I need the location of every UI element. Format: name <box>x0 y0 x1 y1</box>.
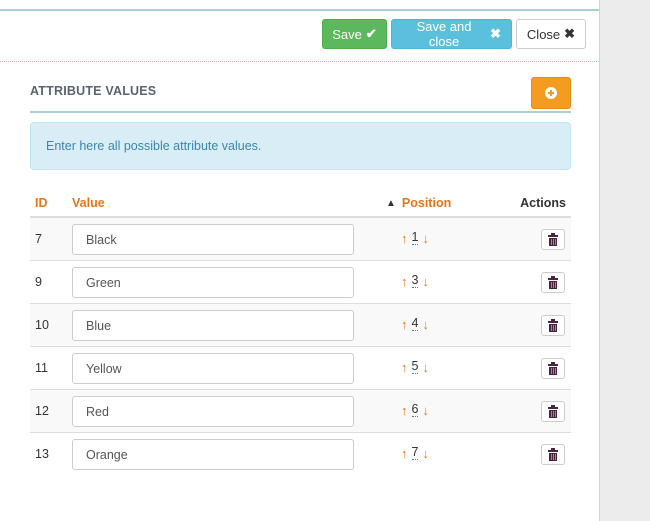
column-header-position[interactable]: ▲ Position <box>386 196 451 210</box>
save-button[interactable]: Save ✔ <box>322 19 387 49</box>
dotted-divider <box>0 61 599 62</box>
position-value[interactable]: 5 <box>411 360 419 374</box>
close-button[interactable]: Close ✖ <box>516 19 586 49</box>
info-alert-text: Enter here all possible attribute values… <box>46 139 262 153</box>
position-value[interactable]: 3 <box>411 274 419 288</box>
move-up-icon[interactable]: ↑ <box>401 275 408 288</box>
check-icon: ✔ <box>365 26 377 41</box>
position-value[interactable]: 6 <box>411 403 419 417</box>
move-down-icon[interactable]: ↓ <box>422 447 429 460</box>
info-alert: Enter here all possible attribute values… <box>30 122 571 170</box>
toolbar: Save ✔ Save and close ✖ Close ✖ <box>322 19 586 49</box>
value-input[interactable] <box>72 224 354 255</box>
value-input[interactable] <box>72 396 354 427</box>
save-and-close-button-label: Save and close <box>416 19 472 49</box>
move-up-icon[interactable]: ↑ <box>401 404 408 417</box>
move-up-icon[interactable]: ↑ <box>401 361 408 374</box>
delete-button[interactable] <box>541 401 565 422</box>
close-button-label: Close <box>526 26 561 42</box>
value-input[interactable] <box>72 353 354 384</box>
top-divider <box>0 9 599 11</box>
delete-button[interactable] <box>541 444 565 465</box>
main-panel: Save ✔ Save and close ✖ Close ✖ ATTRIBUT… <box>0 0 599 521</box>
column-header-id[interactable]: ID <box>35 196 48 210</box>
delete-button[interactable] <box>541 229 565 250</box>
section-title: ATTRIBUTE VALUES <box>30 84 157 98</box>
table-row: 12 ↑ 6 ↓ <box>30 390 571 433</box>
move-up-icon[interactable]: ↑ <box>401 232 408 245</box>
trash-icon <box>548 361 558 375</box>
row-id: 7 <box>35 232 42 246</box>
value-input[interactable] <box>72 310 354 341</box>
section-divider <box>30 111 571 113</box>
delete-button[interactable] <box>541 272 565 293</box>
table-row: 11 ↑ 5 ↓ <box>30 347 571 390</box>
table-row: 10 ↑ 4 ↓ <box>30 304 571 347</box>
position-value[interactable]: 4 <box>411 317 419 331</box>
table-body: 7 ↑ 1 ↓ 9 ↑ 3 ↓ <box>30 218 571 476</box>
position-value[interactable]: 7 <box>411 446 419 460</box>
row-id: 10 <box>35 318 49 332</box>
value-input[interactable] <box>72 267 354 298</box>
move-down-icon[interactable]: ↓ <box>422 318 429 331</box>
save-button-label: Save <box>332 26 362 42</box>
x-icon: ✖ <box>564 26 576 41</box>
add-value-button[interactable] <box>531 77 571 109</box>
position-control: ↑ 7 ↓ <box>401 446 429 460</box>
delete-button[interactable] <box>541 315 565 336</box>
position-control: ↑ 3 ↓ <box>401 274 429 288</box>
move-down-icon[interactable]: ↓ <box>422 404 429 417</box>
trash-icon <box>548 232 558 246</box>
table-header: ID Value ▲ Position Actions <box>30 190 571 218</box>
move-up-icon[interactable]: ↑ <box>401 447 408 460</box>
column-header-actions: Actions <box>520 196 566 210</box>
position-value[interactable]: 1 <box>411 231 419 245</box>
attribute-values-table: ID Value ▲ Position Actions 7 ↑ 1 ↓ <box>30 190 571 476</box>
position-control: ↑ 6 ↓ <box>401 403 429 417</box>
move-down-icon[interactable]: ↓ <box>422 361 429 374</box>
column-header-value[interactable]: Value <box>72 196 105 210</box>
row-id: 11 <box>35 361 48 375</box>
save-and-close-button[interactable]: Save and close ✖ <box>391 19 512 49</box>
move-down-icon[interactable]: ↓ <box>422 275 429 288</box>
trash-icon <box>548 447 558 461</box>
trash-icon <box>548 404 558 418</box>
row-id: 12 <box>35 404 49 418</box>
x-icon: ✖ <box>490 26 501 41</box>
value-input[interactable] <box>72 439 354 470</box>
row-id: 9 <box>35 275 42 289</box>
position-control: ↑ 5 ↓ <box>401 360 429 374</box>
table-row: 13 ↑ 7 ↓ <box>30 433 571 476</box>
move-down-icon[interactable]: ↓ <box>422 232 429 245</box>
table-row: 7 ↑ 1 ↓ <box>30 218 571 261</box>
position-control: ↑ 1 ↓ <box>401 231 429 245</box>
position-control: ↑ 4 ↓ <box>401 317 429 331</box>
column-header-position-label: Position <box>401 196 452 210</box>
trash-icon <box>548 318 558 332</box>
table-row: 9 ↑ 3 ↓ <box>30 261 571 304</box>
chevron-up-icon: ▲ <box>386 197 396 209</box>
move-up-icon[interactable]: ↑ <box>401 318 408 331</box>
row-id: 13 <box>35 447 49 461</box>
trash-icon <box>548 275 558 289</box>
plus-circle-icon <box>545 87 557 99</box>
right-gutter <box>599 0 650 521</box>
delete-button[interactable] <box>541 358 565 379</box>
